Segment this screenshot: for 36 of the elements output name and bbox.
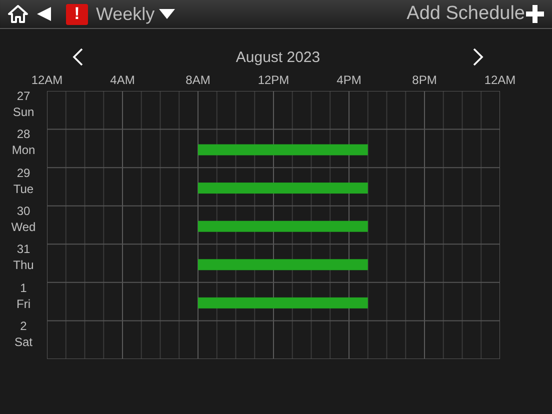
schedule-bar[interactable] [198,297,368,308]
day-name: Sun [12,105,34,120]
day-name: Sat [14,334,32,349]
schedule-bar[interactable] [198,259,368,270]
day-date: 31 [16,242,30,256]
schedule-bar[interactable] [198,220,368,232]
day-name: Wed [11,220,36,234]
schedule-bar[interactable] [198,144,368,156]
day-date: 27 [16,89,30,104]
back-icon[interactable] [36,6,52,22]
day-date: 28 [16,127,30,142]
previous-month-button[interactable] [72,47,84,67]
next-month-button[interactable] [472,47,484,67]
alert-badge[interactable]: ! [66,4,88,24]
schedule-bar[interactable] [198,182,368,194]
hour-label: 4PM [336,73,362,87]
hour-label: 12AM [484,73,516,87]
day-date: 29 [16,166,30,180]
hour-label: 12PM [258,73,290,87]
day-name: Fri [16,296,30,311]
hour-label: 8PM [412,73,437,87]
plus-icon [526,5,544,23]
hour-label: 12AM [31,73,63,87]
day-name: Thu [13,258,34,272]
hour-label: 8AM [186,73,210,87]
add-schedule-button[interactable]: Add Schedule [406,3,544,25]
view-dropdown[interactable]: Weekly [96,4,175,24]
day-date: 2 [20,318,27,333]
home-icon[interactable] [8,5,28,23]
caret-icon [158,8,175,20]
day-date: 30 [16,204,30,218]
day-name: Mon [12,143,36,158]
month-title: August 2023 [236,48,320,66]
hour-label: 4AM [110,73,135,87]
day-name: Tue [13,182,34,196]
day-date: 1 [20,280,27,295]
